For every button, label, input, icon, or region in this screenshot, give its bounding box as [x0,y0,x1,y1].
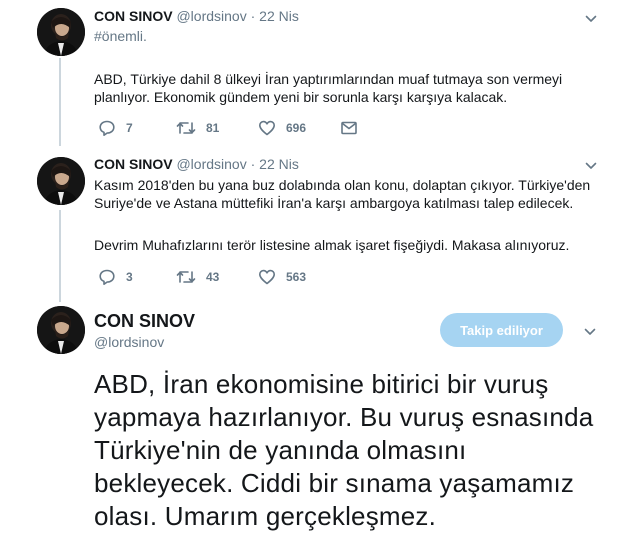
avatar[interactable] [37,157,85,205]
author-handle[interactable]: @lordsinov [94,334,164,350]
thread-line [59,210,61,302]
retweet-button[interactable]: 43 [176,268,219,286]
reply-count: 7 [126,121,133,135]
tweet-text: ABD, Türkiye dahil 8 ülkeyi İran yaptırı… [94,71,563,105]
like-button[interactable]: 563 [258,268,306,286]
like-button[interactable]: 696 [258,119,306,137]
separator: · [250,156,256,172]
tweet-actions: 7 81 696 [94,119,394,137]
avatar[interactable] [37,8,85,56]
envelope-icon [341,121,357,135]
tweet-header: CON SINOV @lordsinov · 22 Nis [94,156,299,172]
avatar[interactable] [37,306,85,354]
following-button[interactable]: Takip ediliyor [440,313,563,347]
like-count: 563 [286,270,307,284]
tweet-text: Devrim Muhafızlarını terör listesine alm… [94,237,570,253]
main-tweet-text: ABD, İran ekonomisine bitirici bir vuruş… [94,369,594,531]
reply-icon [99,269,115,285]
avatar-image [37,157,85,205]
reply-button[interactable]: 7 [98,119,133,137]
heart-icon [259,120,275,136]
retweet-count: 43 [206,270,220,284]
retweet-button[interactable]: 81 [176,119,219,137]
hashtag[interactable]: #önemli. [94,27,614,45]
avatar-image [37,8,85,56]
reply-icon [99,120,115,136]
avatar-image [37,306,85,354]
reply-button[interactable]: 3 [98,268,133,286]
heart-icon [259,269,275,285]
retweet-icon [176,122,196,134]
chevron-down-icon[interactable] [585,13,597,25]
retweet-icon [176,271,196,283]
thread-line [59,58,61,146]
chevron-down-icon[interactable] [584,326,596,338]
timestamp[interactable]: 22 Nis [259,8,299,24]
author-handle[interactable]: @lordsinov [176,156,246,172]
author-name[interactable]: CON SINOV [94,8,173,24]
retweet-count: 81 [206,121,220,135]
author-name[interactable]: CON SINOV [94,156,173,172]
tweet-actions: 3 43 563 [94,268,394,286]
chevron-down-icon[interactable] [585,160,597,172]
author-handle[interactable]: @lordsinov [176,8,246,24]
tweet-header: CON SINOV @lordsinov · 22 Nis [94,8,299,24]
direct-message-button[interactable] [340,119,358,137]
author-name[interactable]: CON SINOV [94,311,195,332]
separator: · [250,8,256,24]
like-count: 696 [286,121,307,135]
timestamp[interactable]: 22 Nis [259,156,299,172]
reply-count: 3 [126,270,133,284]
tweet-text: Kasım 2018'den bu yana buz dolabında ola… [94,177,591,211]
